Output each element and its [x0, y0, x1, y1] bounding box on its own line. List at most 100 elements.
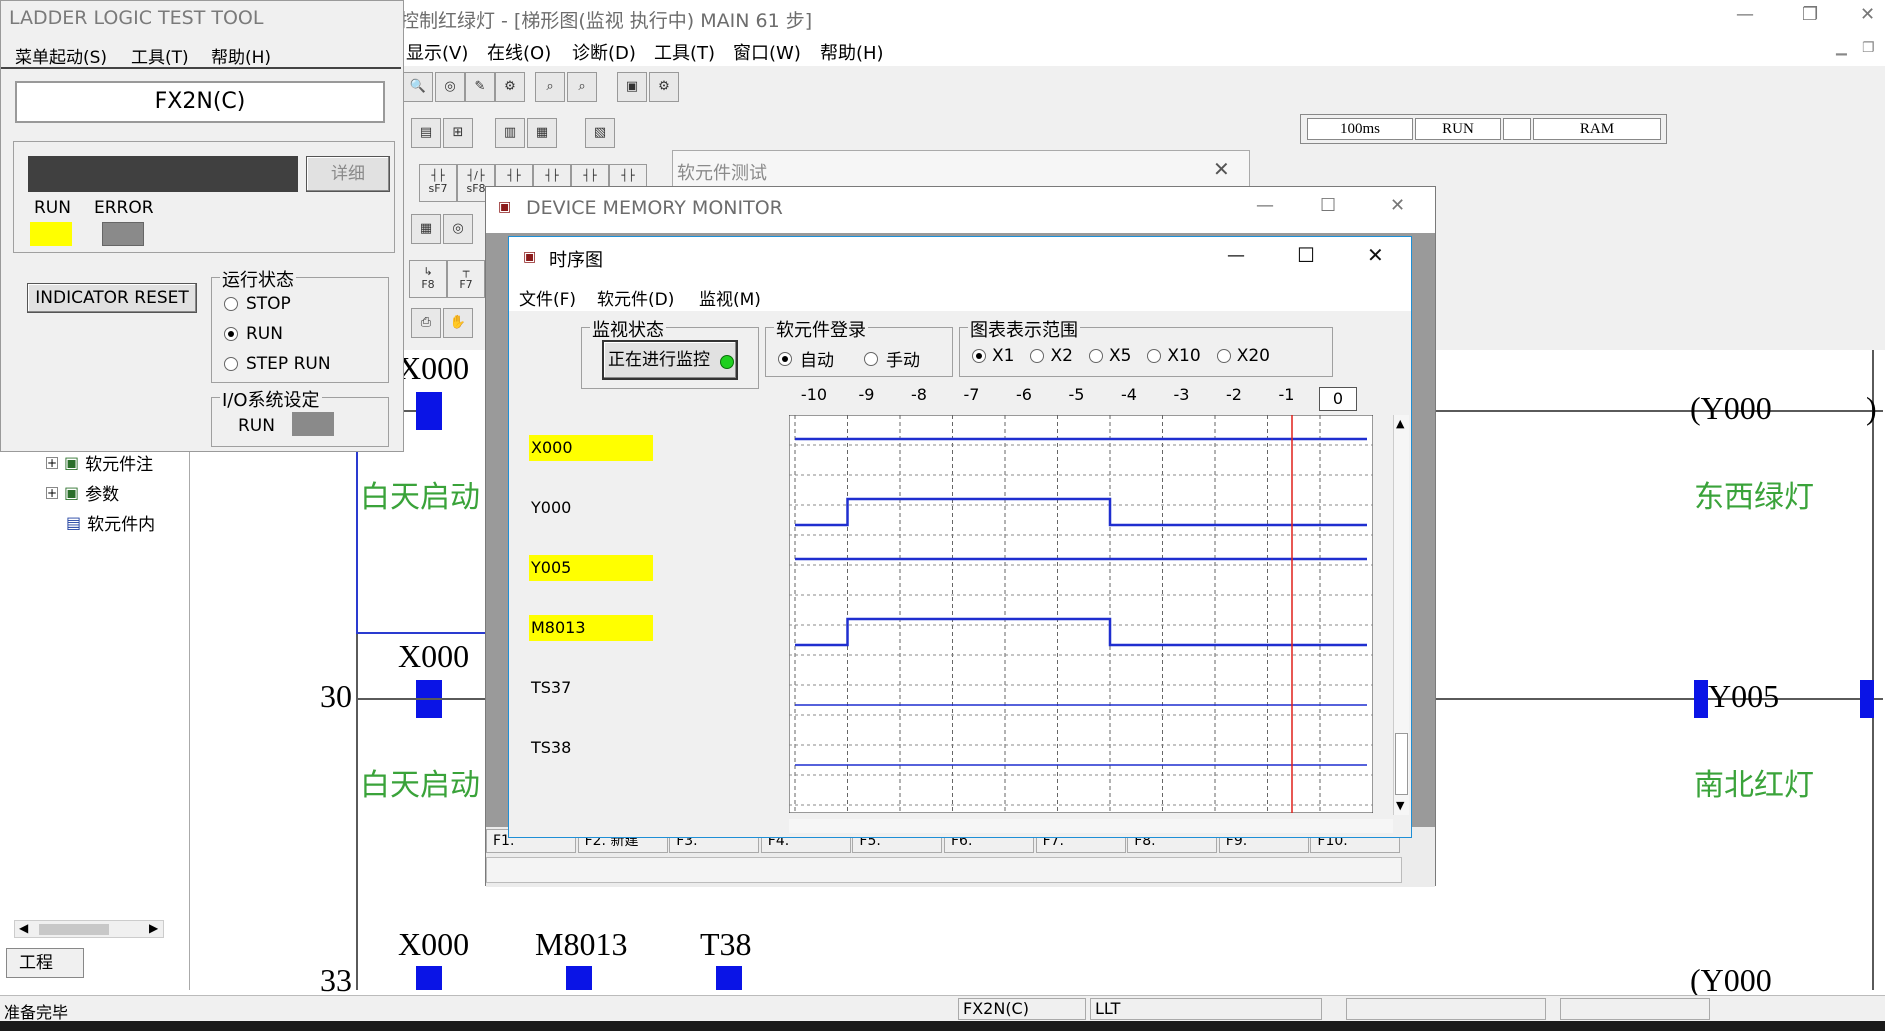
range-group-title: 图表表示范围	[968, 316, 1080, 342]
menu-file[interactable]: 文件(F)	[519, 285, 576, 310]
maximize-icon[interactable]: ☐	[1297, 243, 1315, 267]
device-label[interactable]: X000	[529, 435, 653, 461]
hand-icon[interactable]: ✋	[443, 308, 473, 338]
restore-icon[interactable]: ❐	[1802, 4, 1818, 25]
zoom-icon[interactable]: 🔍	[403, 72, 433, 102]
tab-project[interactable]: 工程	[6, 948, 84, 978]
scroll-up-icon[interactable]: ▲	[1396, 417, 1404, 430]
fkey-F8[interactable]: ↳ F8	[409, 260, 447, 298]
radio-icon[interactable]	[864, 351, 878, 366]
compare-icon[interactable]: ▣	[617, 72, 647, 102]
search-replace-icon[interactable]: ⌕	[567, 72, 597, 102]
project-tree[interactable]: + ▣ 软元件注 + ▣ 参数 ▤ 软元件内 ◀ ▶ 工程	[0, 440, 190, 990]
tree-icon[interactable]: ⊞	[443, 118, 473, 148]
indicator-reset-button[interactable]: INDICATOR RESET	[27, 283, 197, 313]
print-icon[interactable]: ⎙	[411, 308, 441, 338]
timing-chart-plot[interactable]	[789, 415, 1373, 813]
minimize-icon[interactable]: —	[1227, 245, 1245, 266]
monitor-toggle-button[interactable]: 正在进行监控	[602, 340, 738, 380]
menu-help[interactable]: 帮助(H)	[211, 43, 271, 68]
contact[interactable]	[566, 966, 592, 990]
menu-diagnose[interactable]: 诊断(D)	[572, 39, 636, 65]
settings-icon[interactable]: ⚙	[649, 72, 679, 102]
scroll-thumb[interactable]	[1395, 733, 1408, 795]
horizontal-scrollbar[interactable]	[789, 819, 1393, 833]
radio-step-run[interactable]: STEP RUN	[224, 354, 331, 374]
radio-range-x10[interactable]: X10	[1147, 346, 1201, 366]
memory-type: RAM	[1533, 118, 1661, 140]
radio-icon[interactable]	[224, 327, 238, 341]
ladder-icon[interactable]: ▦	[411, 214, 441, 244]
minimize-icon[interactable]: —	[1736, 4, 1754, 25]
tree-item[interactable]: + ▣ 参数	[46, 480, 119, 505]
radio-manual[interactable]: 手动	[864, 346, 920, 371]
tree-item[interactable]: + ▣ 软元件注	[46, 450, 153, 475]
radio-icon[interactable]	[224, 297, 238, 311]
radio-stop[interactable]: STOP	[224, 294, 291, 314]
menu-monitor[interactable]: 监视(M)	[699, 285, 761, 310]
contact[interactable]	[416, 392, 442, 430]
list-icon[interactable]: ▦	[527, 118, 557, 148]
radio-icon[interactable]	[1216, 349, 1231, 363]
expand-icon[interactable]: +	[46, 486, 58, 499]
radio-icon[interactable]	[778, 351, 792, 366]
radio-icon[interactable]	[224, 357, 238, 371]
tree-item[interactable]: ▤ 软元件内	[66, 510, 155, 535]
expand-icon[interactable]: +	[46, 456, 58, 469]
radio-icon[interactable]	[972, 349, 986, 363]
scroll-thumb[interactable]	[39, 924, 109, 935]
write-icon[interactable]: ✎	[465, 72, 495, 102]
scroll-left-icon[interactable]: ◀	[19, 921, 28, 935]
radio-range-x20[interactable]: X20	[1216, 346, 1270, 366]
minimize-icon[interactable]: —	[1256, 195, 1274, 216]
menu-device[interactable]: 软元件(D)	[597, 285, 674, 310]
menu-start[interactable]: 菜单起动(S)	[15, 43, 107, 68]
scroll-down-icon[interactable]: ▼	[1396, 799, 1404, 812]
monitor-icon[interactable]: ◎	[435, 72, 465, 102]
tree-hscrollbar[interactable]: ◀ ▶	[14, 920, 164, 938]
menu-view[interactable]: 显示(V)	[406, 39, 468, 65]
detail-button[interactable]: 详细	[306, 156, 390, 192]
close-icon[interactable]: ✕	[1390, 195, 1405, 216]
radio-icon[interactable]	[1147, 349, 1162, 363]
close-icon[interactable]: ✕	[1860, 4, 1875, 25]
close-icon[interactable]: ✕	[1213, 157, 1230, 181]
radio-run[interactable]: RUN	[224, 324, 283, 344]
menu-window[interactable]: 窗口(W)	[733, 39, 801, 65]
scroll-right-icon[interactable]: ▶	[149, 921, 158, 935]
device-label[interactable]: TS37	[529, 675, 653, 701]
device-icon[interactable]: ▥	[495, 118, 525, 148]
menu-help[interactable]: 帮助(H)	[820, 39, 884, 65]
io-run-label: RUN	[238, 416, 275, 436]
contact[interactable]	[416, 966, 442, 990]
error-label: ERROR	[94, 198, 154, 218]
radio-auto[interactable]: 自动	[778, 346, 834, 371]
fkey-sF7[interactable]: ┤├ sF7	[419, 164, 457, 202]
radio-icon[interactable]	[1030, 349, 1045, 363]
radio-range-x5[interactable]: X5	[1088, 346, 1131, 366]
radio-icon[interactable]	[1088, 349, 1103, 363]
monitor-start-icon[interactable]: ◎	[443, 214, 473, 244]
device-label[interactable]: M8013	[529, 615, 653, 641]
fkey-F7[interactable]: ┬ F7	[447, 260, 485, 298]
contact[interactable]	[716, 966, 742, 990]
close-icon[interactable]: ✕	[1367, 243, 1384, 267]
radio-range-x1[interactable]: X1	[972, 346, 1014, 366]
mdi-minimize-icon[interactable]: ▁	[1836, 40, 1847, 56]
mdi-restore-icon[interactable]: ❐	[1862, 40, 1875, 56]
menu-tools[interactable]: 工具(T)	[654, 39, 715, 65]
tool-icon[interactable]: ⚙	[495, 72, 525, 102]
edit-icon[interactable]: ▤	[411, 118, 441, 148]
vertical-scrollbar[interactable]: ▲ ▼	[1393, 415, 1409, 815]
radio-range-x2[interactable]: X2	[1030, 346, 1073, 366]
menu-tools[interactable]: 工具(T)	[131, 43, 189, 68]
device-memory-icon: ▤	[66, 513, 82, 532]
device-label[interactable]: TS38	[529, 735, 653, 761]
device-label[interactable]: Y005	[529, 555, 653, 581]
rung-wire	[1435, 410, 1883, 412]
device-label[interactable]: Y000	[529, 495, 653, 521]
search-icon[interactable]: ⌕	[535, 72, 565, 102]
maximize-icon[interactable]: ☐	[1320, 195, 1336, 216]
comment-icon[interactable]: ▧	[585, 118, 615, 148]
menu-online[interactable]: 在线(O)	[487, 39, 551, 65]
